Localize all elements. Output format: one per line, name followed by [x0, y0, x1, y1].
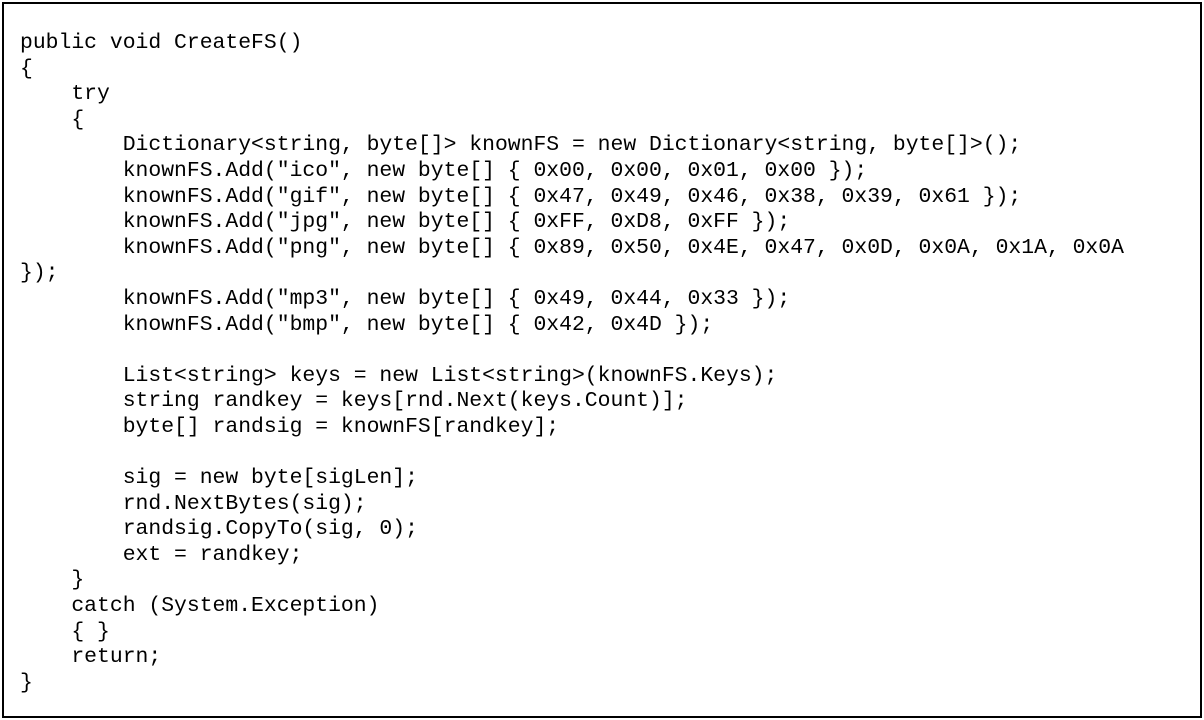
code-line: return; — [20, 645, 162, 670]
code-line: { — [20, 107, 85, 132]
code-line: List<string> keys = new List<string>(kno… — [20, 363, 778, 388]
code-line: catch (System.Exception) — [20, 594, 380, 619]
code-line: { } — [20, 619, 110, 644]
code-line: }); — [20, 261, 59, 286]
code-line: sig = new byte[sigLen]; — [20, 466, 418, 491]
code-line: } — [20, 670, 33, 695]
code-line: } — [20, 568, 85, 593]
code-line: string randkey = keys[rnd.Next(keys.Coun… — [20, 389, 688, 414]
code-line: knownFS.Add("png", new byte[] { 0x89, 0x… — [20, 235, 1124, 260]
code-line: randsig.CopyTo(sig, 0); — [20, 517, 418, 542]
code-line: knownFS.Add("bmp", new byte[] { 0x42, 0x… — [20, 312, 714, 337]
code-line: try — [20, 82, 110, 107]
code-line: public void CreateFS() — [20, 31, 303, 55]
code-line: ext = randkey; — [20, 542, 303, 567]
code-line: knownFS.Add("gif", new byte[] { 0x47, 0x… — [20, 184, 1022, 209]
code-block: public void CreateFS(){ try { Dictionary… — [20, 31, 1124, 696]
code-line: byte[] randsig = knownFS[randkey]; — [20, 414, 560, 439]
code-line: rnd.NextBytes(sig); — [20, 491, 367, 516]
code-frame: public void CreateFS(){ try { Dictionary… — [2, 2, 1202, 718]
code-line: knownFS.Add("jpg", new byte[] { 0xFF, 0x… — [20, 210, 791, 235]
code-line: knownFS.Add("mp3", new byte[] { 0x49, 0x… — [20, 286, 791, 311]
code-line: Dictionary<string, byte[]> knownFS = new… — [20, 133, 1022, 158]
code-line: { — [20, 56, 33, 81]
code-line: knownFS.Add("ico", new byte[] { 0x00, 0x… — [20, 158, 868, 183]
